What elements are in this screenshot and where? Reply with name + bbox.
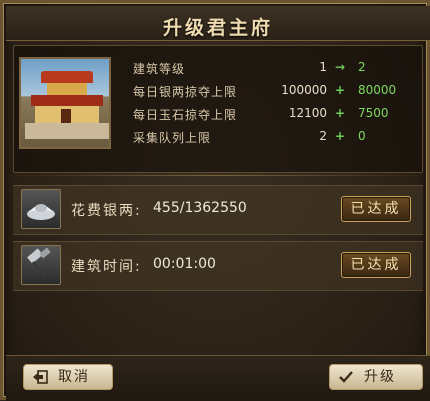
stat-current: 12100	[288, 106, 327, 120]
dialog-title: 升级君主府	[162, 17, 273, 39]
palace-roof-icon	[41, 71, 93, 83]
upgrade-button[interactable]: 升级	[329, 364, 423, 390]
plus-sign: +	[335, 106, 346, 120]
palace-portrait	[19, 57, 111, 149]
stat-row-building-level: 建筑等级 1 → 2	[133, 60, 413, 78]
title-bar: 升级君主府	[6, 6, 430, 41]
checkmark-icon	[339, 371, 353, 383]
cost-row-silver: 花费银两: 455/1362550 已达成	[13, 185, 423, 235]
stat-current: 2	[319, 129, 327, 143]
divider	[13, 175, 423, 176]
stat-label: 采集队列上限	[133, 131, 212, 145]
stat-row-gather-queue: 采集队列上限 2 + 0	[133, 129, 413, 147]
requirement-met-button[interactable]: 已达成	[341, 252, 411, 278]
stat-next: 80000	[358, 83, 397, 97]
stat-label: 每日玉石掠夺上限	[133, 108, 238, 122]
stat-row-jade-cap: 每日玉石掠夺上限 12100 + 7500	[133, 106, 413, 124]
silver-ingot-icon	[21, 189, 61, 229]
cost-value: 455/1362550	[153, 200, 247, 216]
hammer-icon	[21, 245, 61, 285]
plus-sign: +	[335, 129, 346, 143]
cost-value: 00:01:00	[153, 256, 216, 272]
back-arrow-icon	[33, 370, 48, 384]
stat-next: 0	[358, 129, 366, 143]
cancel-label: 取消	[58, 369, 90, 385]
stat-row-silver-cap: 每日银两掠夺上限 100000 + 80000	[133, 83, 413, 101]
cancel-button[interactable]: 取消	[23, 364, 113, 390]
upgrade-dialog: 升级君主府 建筑等级 1 → 2 每日银两掠夺上限 100000 + 80000…	[0, 0, 430, 401]
palace-lower-roof	[31, 95, 103, 106]
stat-next: 7500	[358, 106, 389, 120]
cost-row-time: 建筑时间: 00:01:00 已达成	[13, 241, 423, 291]
stat-next: 2	[358, 60, 366, 74]
palace-gate	[61, 109, 71, 123]
cost-label: 花费银两:	[71, 203, 142, 219]
stat-label: 每日银两掠夺上限	[133, 85, 238, 99]
cost-label: 建筑时间:	[71, 259, 142, 275]
stat-current: 100000	[281, 83, 327, 97]
stat-label: 建筑等级	[133, 62, 186, 76]
arrow-right-icon: →	[335, 60, 346, 74]
palace-wall	[25, 123, 109, 139]
requirement-met-button[interactable]: 已达成	[341, 196, 411, 222]
stat-current: 1	[319, 60, 327, 74]
upgrade-label: 升级	[364, 369, 396, 385]
plus-sign: +	[335, 83, 346, 97]
